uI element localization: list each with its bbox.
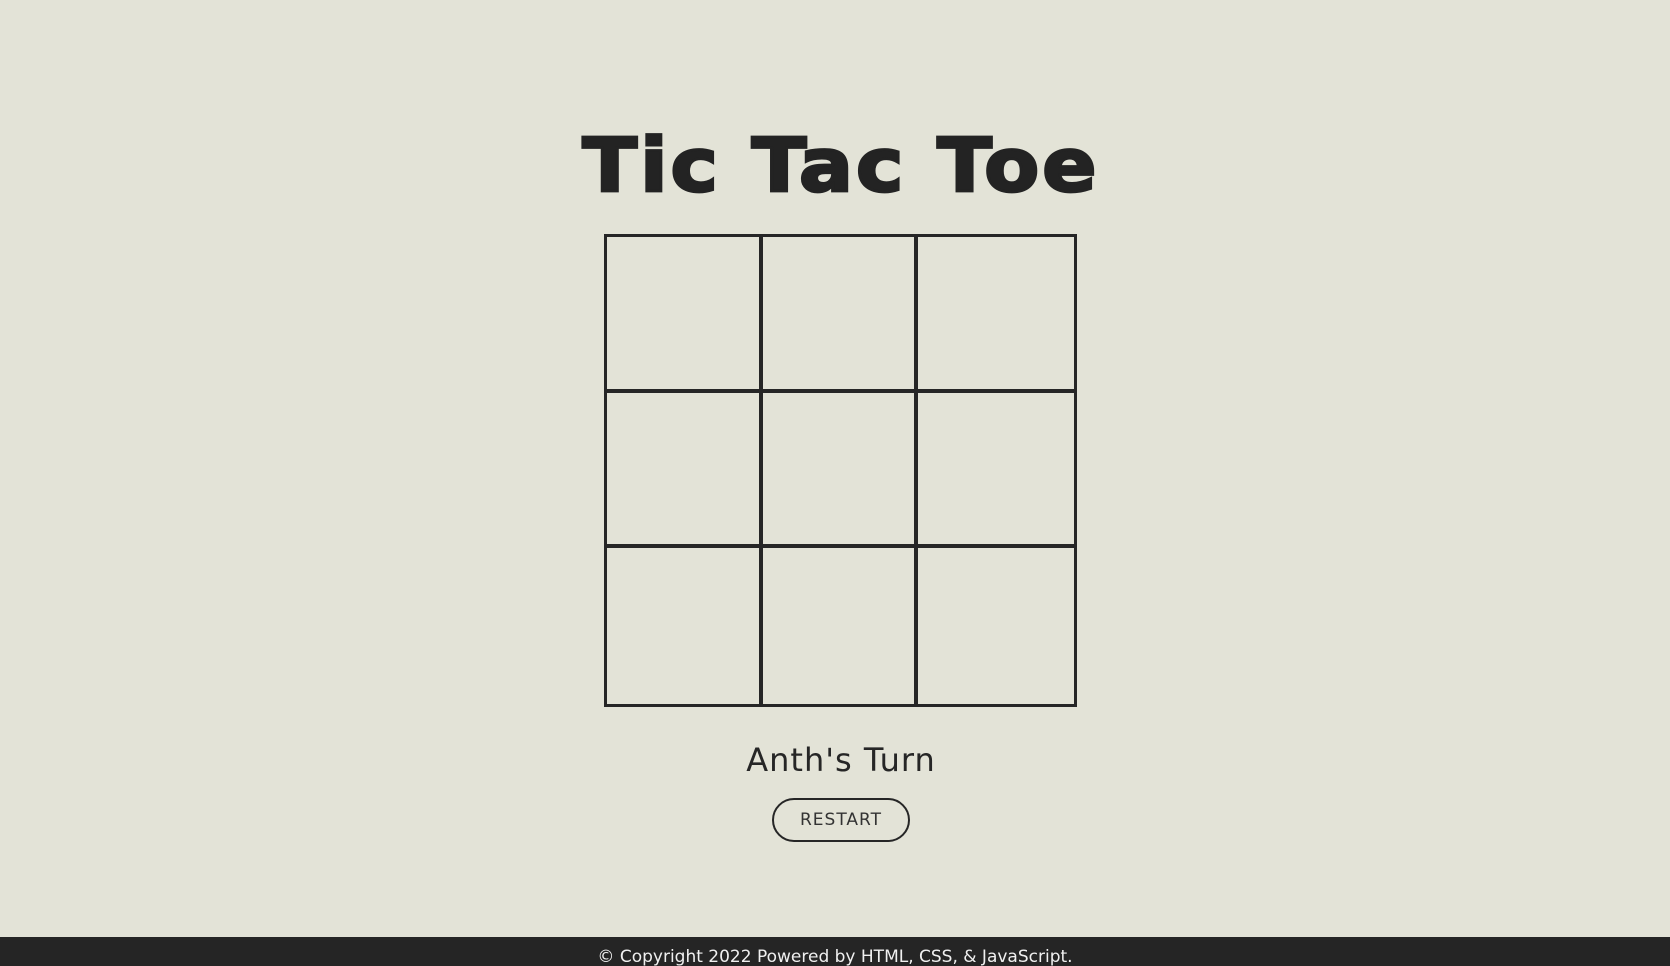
- restart-button[interactable]: RESTART: [772, 798, 910, 842]
- board-cell-1[interactable]: [607, 237, 763, 393]
- board-cell-3[interactable]: [918, 237, 1074, 393]
- board-cell-6[interactable]: [918, 393, 1074, 549]
- board-cell-5[interactable]: [762, 392, 919, 549]
- footer-copyright: © Copyright 2022 Powered by HTML, CSS, &…: [0, 937, 1670, 966]
- game-board: [604, 234, 1077, 707]
- board-cell-4[interactable]: [607, 392, 763, 549]
- turn-status: Anth's Turn: [746, 741, 936, 779]
- board-cell-9[interactable]: [918, 548, 1074, 704]
- board-cell-2[interactable]: [762, 237, 919, 393]
- board-cell-8[interactable]: [763, 548, 919, 704]
- board-cell-7[interactable]: [607, 548, 763, 704]
- page-title: Tic Tac Toe: [581, 121, 1100, 209]
